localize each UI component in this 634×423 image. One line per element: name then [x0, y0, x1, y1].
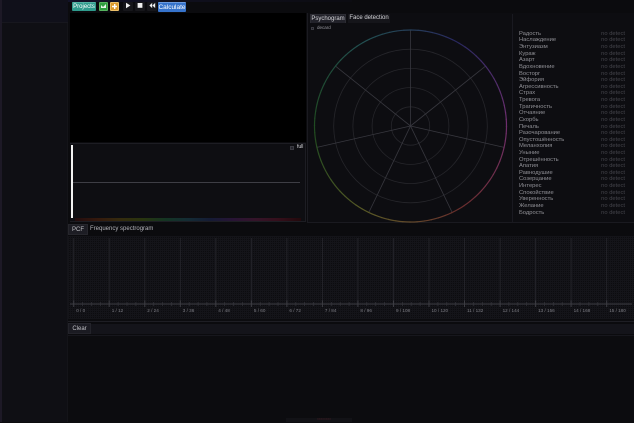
svg-text:13 / 156: 13 / 156 [538, 308, 555, 313]
svg-text:15 / 180: 15 / 180 [609, 308, 626, 313]
svg-text:12 / 144: 12 / 144 [503, 308, 520, 313]
svg-text:7 / 84: 7 / 84 [325, 308, 337, 313]
svg-text:3 / 36: 3 / 36 [183, 308, 195, 313]
svg-text:0 / 0: 0 / 0 [76, 308, 85, 313]
svg-text:14 / 168: 14 / 168 [574, 308, 591, 313]
svg-text:1 / 12: 1 / 12 [112, 308, 124, 313]
svg-text:2 / 24: 2 / 24 [147, 308, 159, 313]
svg-text:8 / 96: 8 / 96 [360, 308, 372, 313]
svg-text:5 / 60: 5 / 60 [254, 308, 266, 313]
svg-text:9 / 108: 9 / 108 [396, 308, 410, 313]
svg-text:11 / 132: 11 / 132 [467, 308, 484, 313]
svg-text:4 / 48: 4 / 48 [218, 308, 230, 313]
svg-text:10 / 120: 10 / 120 [432, 308, 449, 313]
svg-text:6 / 72: 6 / 72 [289, 308, 301, 313]
